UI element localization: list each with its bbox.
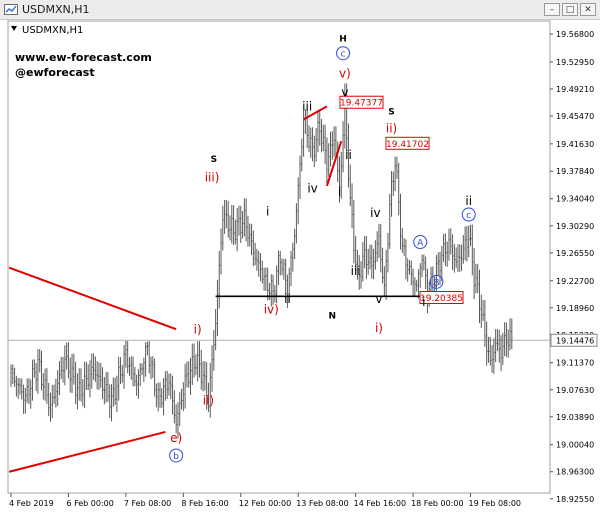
x-tick-label: 14 Feb 16:00: [354, 499, 406, 508]
wave-label: v: [341, 85, 348, 99]
x-tick-label: 8 Feb 16:00: [181, 499, 228, 508]
wave-label: iv: [307, 181, 317, 195]
wave-label: S: [388, 107, 394, 117]
wave-label: ii): [386, 121, 397, 135]
wave-label: i): [375, 321, 383, 335]
chart-symbol-label: USDMXN,H1: [22, 25, 83, 36]
watermark-site: www.ew-forecast.com: [15, 51, 152, 64]
wave-label: B: [433, 278, 439, 288]
y-tick-label: 19.45470: [556, 112, 594, 121]
wave-label: A: [417, 239, 424, 249]
y-tick-label: 19.41630: [556, 140, 594, 149]
price-chart: USDMXN,H1 www.ew-forecast.com @ewforecas…: [7, 20, 598, 508]
price-box-label: 19.20385: [420, 294, 463, 304]
price-box-label: 19.47377: [340, 99, 383, 109]
x-tick-label: 19 Feb 08:00: [469, 499, 521, 508]
wave-label: v: [375, 292, 382, 306]
wave-label: i: [338, 185, 341, 199]
chart-icon: [4, 4, 18, 15]
wave-label: c: [466, 211, 471, 221]
y-tick-label: 19.03890: [556, 413, 594, 422]
minimize-button[interactable]: –: [544, 3, 560, 16]
wave-label: N: [329, 311, 337, 321]
x-tick-label: 12 Feb 00:00: [239, 499, 291, 508]
wave-label: iii): [205, 171, 220, 185]
wave-label: iii: [302, 100, 312, 114]
y-tick-label: 19.11370: [556, 359, 594, 368]
price-box-label: 19.41702: [386, 140, 429, 150]
x-tick-label: 18 Feb 00:00: [411, 499, 463, 508]
x-tick-label: 6 Feb 00:00: [66, 499, 113, 508]
wave-label: iv: [370, 206, 380, 220]
wave-label: iii: [351, 264, 361, 278]
y-tick-label: 19.37840: [556, 167, 594, 176]
current-price-label: 19.14476: [556, 336, 594, 345]
wave-label: b: [173, 452, 179, 462]
y-tick-label: 19.34040: [556, 195, 594, 204]
wave-label: c: [341, 50, 346, 60]
wave-label: ii: [284, 292, 291, 306]
wave-label: v): [339, 66, 351, 80]
wave-label: ii: [465, 194, 472, 208]
close-button[interactable]: ✕: [580, 3, 596, 16]
maximize-button[interactable]: □: [562, 3, 578, 16]
wave-label: ii): [203, 393, 214, 407]
wave-label: H: [339, 34, 347, 44]
y-tick-label: 19.00040: [556, 441, 594, 450]
wave-label: i): [194, 323, 202, 337]
x-tick-label: 13 Feb 08:00: [296, 499, 348, 508]
x-tick-label: 7 Feb 08:00: [124, 499, 171, 508]
y-tick-label: 19.07630: [556, 386, 594, 395]
wave-label: i: [422, 295, 425, 309]
y-tick-label: 18.92550: [556, 495, 594, 504]
chart-window: USDMXN,H1 – □ ✕ USDMXN,H1 www.ew-forecas…: [0, 0, 600, 517]
wave-label: ii: [345, 148, 352, 162]
y-tick-label: 19.56800: [556, 30, 594, 39]
window-title: USDMXN,H1: [22, 3, 90, 16]
y-tick-label: 18.96300: [556, 468, 594, 477]
y-tick-label: 19.18960: [556, 304, 594, 313]
x-tick-label: 4 Feb 2019: [9, 499, 54, 508]
y-tick-label: 19.22700: [556, 277, 594, 286]
wave-label: iv): [264, 302, 279, 316]
wave-label: e): [170, 431, 182, 445]
y-tick-label: 19.49210: [556, 85, 594, 94]
y-tick-label: 19.30290: [556, 222, 594, 231]
y-tick-label: 19.52950: [556, 58, 594, 67]
window-titlebar: USDMXN,H1 – □ ✕: [0, 0, 600, 20]
watermark-handle: @ewforecast: [15, 66, 95, 79]
y-tick-label: 19.26550: [556, 249, 594, 258]
wave-label: i: [266, 205, 269, 219]
wave-label: S: [211, 155, 217, 165]
